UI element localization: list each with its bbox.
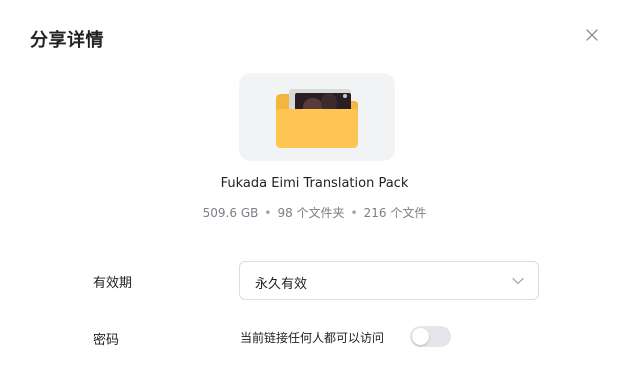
validity-select[interactable]: 永久有效 — [239, 261, 539, 300]
close-button[interactable] — [584, 27, 600, 43]
file-thumbnail — [239, 73, 395, 161]
file-size: 509.6 GB — [202, 206, 259, 220]
separator-dot: • — [350, 206, 358, 220]
close-icon — [586, 29, 598, 41]
password-toggle[interactable] — [410, 326, 451, 347]
validity-selected-value: 永久有效 — [255, 277, 308, 292]
password-toggle-text: 当前链接任何人都可以访问 — [240, 331, 385, 345]
folder-icon — [276, 89, 358, 148]
separator-dot: • — [264, 206, 272, 220]
dialog-title: 分享详情 — [30, 30, 104, 51]
password-label: 密码 — [93, 333, 120, 348]
toggle-knob — [412, 328, 429, 345]
folder-count: 98 个文件夹 — [277, 206, 345, 220]
file-meta: 509.6 GB • 98 个文件夹 • 216 个文件 — [0, 204, 629, 221]
validity-label: 有效期 — [93, 276, 133, 291]
file-count: 216 个文件 — [363, 206, 427, 220]
file-name: Fukada Eimi Translation Pack — [220, 176, 409, 191]
chevron-down-icon — [512, 277, 524, 285]
